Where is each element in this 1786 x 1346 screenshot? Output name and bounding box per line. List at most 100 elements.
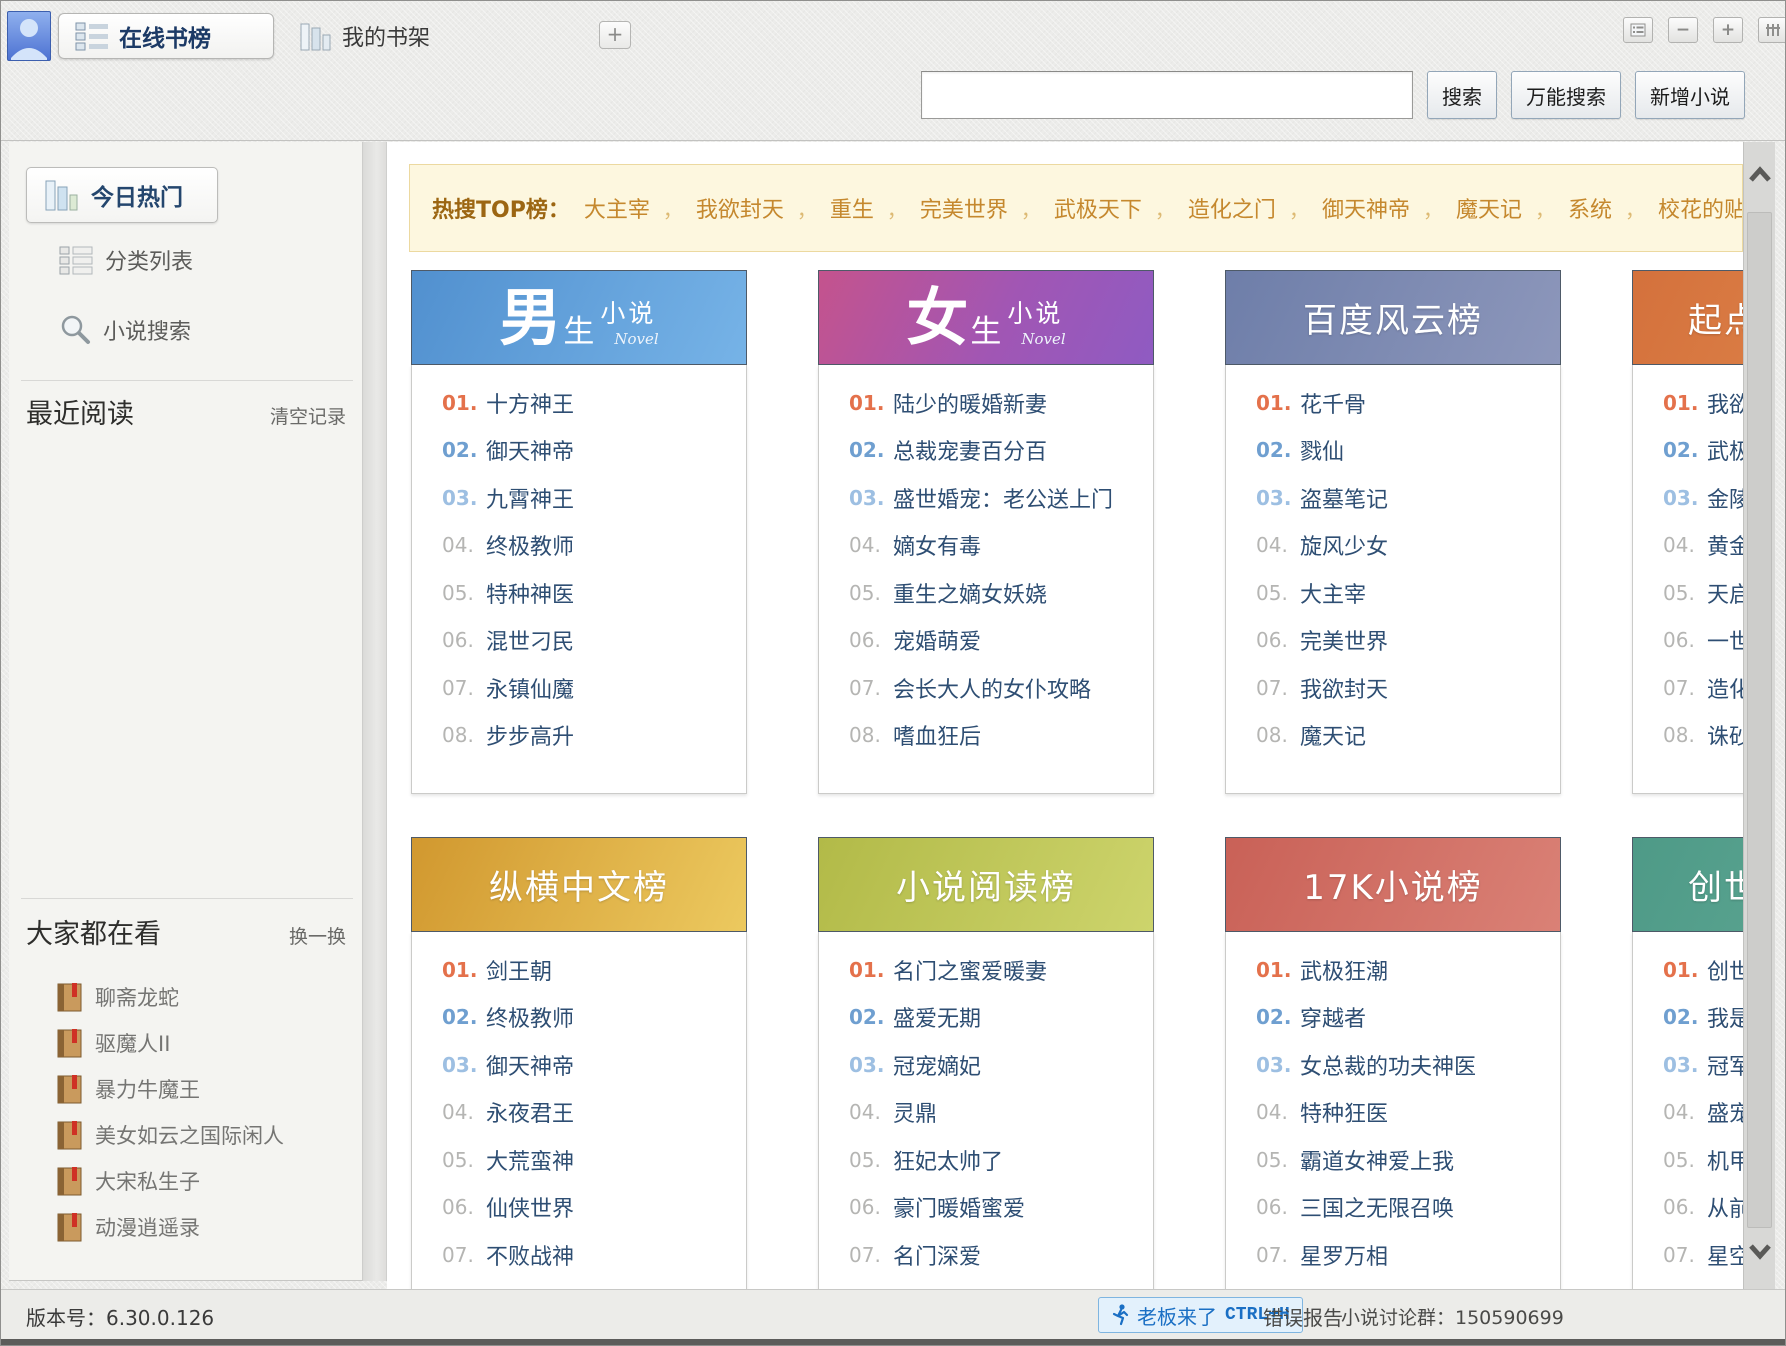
ranking-item[interactable]: 07. 造化	[1633, 664, 1743, 712]
book-link[interactable]: 名门深爱	[893, 1239, 981, 1271]
tab-my-bookshelf[interactable]: 我的书架	[284, 13, 446, 59]
ranking-item[interactable]: 02. 戮仙	[1226, 427, 1560, 475]
book-link[interactable]: 盗墓笔记	[1300, 482, 1388, 514]
book-link[interactable]: 重生之嫡女妖娆	[893, 577, 1047, 609]
search-button[interactable]: 搜索	[1427, 71, 1497, 119]
ranking-item[interactable]: 02. 总裁宠妻百分百	[819, 427, 1153, 475]
skin-button[interactable]	[1758, 17, 1785, 43]
book-link[interactable]: 冠军	[1707, 1049, 1743, 1081]
ranking-item[interactable]: 05. 重生之嫡女妖娆	[819, 569, 1153, 617]
ranking-item[interactable]: 05. 天启	[1633, 569, 1743, 617]
ranking-item[interactable]: 07. 我欲封天	[1226, 664, 1560, 712]
ranking-item[interactable]: 02. 盛爱无期	[819, 994, 1153, 1042]
book-list-item[interactable]: 暴力牛魔王	[56, 1066, 284, 1112]
book-link[interactable]: 永夜君王	[486, 1096, 574, 1128]
book-link[interactable]: 仙侠世界	[486, 1191, 574, 1223]
ranking-item[interactable]: 04. 灵鼎	[819, 1089, 1153, 1137]
book-link[interactable]: 混世刁民	[486, 624, 574, 656]
ranking-item[interactable]: 05. 大荒蛮神	[412, 1136, 746, 1184]
book-link[interactable]: 盛世婚宠：老公送上门	[893, 482, 1113, 514]
ranking-item[interactable]: 03. 御天神帝	[412, 1041, 746, 1089]
book-link[interactable]: 完美世界	[1300, 624, 1388, 656]
ranking-item[interactable]: 07. 星空	[1633, 1231, 1743, 1279]
book-link[interactable]: 特种神医	[486, 577, 574, 609]
book-list-item[interactable]: 美女如云之国际闲人	[56, 1112, 284, 1158]
book-link[interactable]: 步步高升	[486, 719, 574, 751]
ranking-item[interactable]: 08. 诛砂	[1633, 712, 1743, 760]
book-link[interactable]: 星空	[1707, 1239, 1743, 1271]
sidebar-item-today-hot[interactable]: 今日热门	[26, 167, 218, 223]
scroll-down-arrow[interactable]	[1746, 1240, 1774, 1262]
ranking-item[interactable]: 01. 创世	[1633, 946, 1743, 994]
hot-search-link[interactable]: 御天神帝	[1322, 192, 1410, 224]
ranking-item[interactable]: 04. 特种狂医	[1226, 1089, 1560, 1137]
ranking-item[interactable]: 03. 女总裁的功夫神医	[1226, 1041, 1560, 1089]
ranking-item[interactable]: 01. 名门之蜜爱暖妻	[819, 946, 1153, 994]
ranking-item[interactable]: 08. 魔天记	[1226, 712, 1560, 760]
hot-search-link[interactable]: 重生	[830, 192, 874, 224]
book-list-item[interactable]: 动漫逍遥录	[56, 1204, 284, 1250]
tab-online-rankings[interactable]: 在线书榜	[58, 13, 274, 59]
ranking-item[interactable]: 01. 剑王朝	[412, 946, 746, 994]
book-link[interactable]: 御天神帝	[486, 1049, 574, 1081]
ranking-item[interactable]: 07. 不败战神	[412, 1231, 746, 1279]
ranking-item[interactable]: 05. 狂妃太帅了	[819, 1136, 1153, 1184]
book-link[interactable]: 特种狂医	[1300, 1096, 1388, 1128]
book-link[interactable]: 戮仙	[1300, 434, 1344, 466]
book-link[interactable]: 霸道女神爱上我	[1300, 1144, 1454, 1176]
book-link[interactable]: 穿越者	[1300, 1001, 1366, 1033]
ranking-item[interactable]: 05. 机甲	[1633, 1136, 1743, 1184]
ranking-item[interactable]: 01. 花千骨	[1226, 379, 1560, 427]
book-link[interactable]: 女总裁的功夫神医	[1300, 1049, 1476, 1081]
book-link[interactable]: 嗜血狂后	[893, 719, 981, 751]
ranking-item[interactable]: 06. 三国之无限召唤	[1226, 1184, 1560, 1232]
book-link[interactable]: 陆少的暖婚新妻	[893, 387, 1047, 419]
book-link[interactable]: 魔天记	[1300, 719, 1366, 751]
universal-search-button[interactable]: 万能搜索	[1511, 71, 1621, 119]
book-link[interactable]: 我欲封天	[1300, 672, 1388, 704]
book-link[interactable]: 剑王朝	[486, 954, 552, 986]
hot-search-link[interactable]: 我欲封天	[696, 192, 784, 224]
sidebar-item-category-list[interactable]: 分类列表	[59, 244, 193, 276]
book-link[interactable]: 九霄神王	[486, 482, 574, 514]
ranking-item[interactable]: 02. 武极	[1633, 427, 1743, 475]
book-link[interactable]: 大荒蛮神	[486, 1144, 574, 1176]
book-link[interactable]: 诛砂	[1707, 719, 1743, 751]
ranking-item[interactable]: 02. 终极教师	[412, 994, 746, 1042]
book-link[interactable]: 终极教师	[486, 1001, 574, 1033]
ranking-item[interactable]: 03. 九霄神王	[412, 474, 746, 522]
ranking-item[interactable]: 04. 黄金	[1633, 522, 1743, 570]
ranking-item[interactable]: 06. 混世刁民	[412, 617, 746, 665]
book-link[interactable]: 大主宰	[1300, 577, 1366, 609]
ranking-item[interactable]: 01. 武极狂潮	[1226, 946, 1560, 994]
book-link[interactable]: 灵鼎	[893, 1096, 937, 1128]
ranking-item[interactable]: 02. 我是	[1633, 994, 1743, 1042]
clear-records-link[interactable]: 清空记录	[270, 402, 346, 429]
book-link[interactable]: 不败战神	[486, 1239, 574, 1271]
book-link[interactable]: 永镇仙魔	[486, 672, 574, 704]
book-list-item[interactable]: 大宋私生子	[56, 1158, 284, 1204]
ranking-item[interactable]: 03. 冠军	[1633, 1041, 1743, 1089]
ranking-item[interactable]: 04. 旋风少女	[1226, 522, 1560, 570]
hot-search-link[interactable]: 大主宰	[584, 192, 650, 224]
sidebar-item-novel-search[interactable]: 小说搜索	[59, 314, 191, 346]
ranking-item[interactable]: 07. 名门深爱	[819, 1231, 1153, 1279]
book-link[interactable]: 一世	[1707, 624, 1743, 656]
sidebar-scrollbar[interactable]	[363, 142, 387, 1281]
ranking-item[interactable]: 01. 陆少的暖婚新妻	[819, 379, 1153, 427]
hot-search-link[interactable]: 校花的贴身高	[1658, 192, 1742, 224]
hot-search-link[interactable]: 系统	[1568, 192, 1612, 224]
book-list-item[interactable]: 驱魔人II	[56, 1020, 284, 1066]
ranking-item[interactable]: 05. 特种神医	[412, 569, 746, 617]
book-link[interactable]: 狂妃太帅了	[893, 1144, 1003, 1176]
book-link[interactable]: 机甲	[1707, 1144, 1743, 1176]
book-link[interactable]: 黄金	[1707, 529, 1743, 561]
book-link[interactable]: 武极狂潮	[1300, 954, 1388, 986]
book-link[interactable]: 我欲	[1707, 387, 1743, 419]
book-link[interactable]: 终极教师	[486, 529, 574, 561]
book-list-item[interactable]: 聊斋龙蛇	[56, 974, 284, 1020]
hot-search-link[interactable]: 完美世界	[920, 192, 1008, 224]
book-link[interactable]: 会长大人的女仆攻略	[893, 672, 1091, 704]
ranking-item[interactable]: 07. 会长大人的女仆攻略	[819, 664, 1153, 712]
scrollbar-thumb[interactable]	[1747, 212, 1772, 1228]
